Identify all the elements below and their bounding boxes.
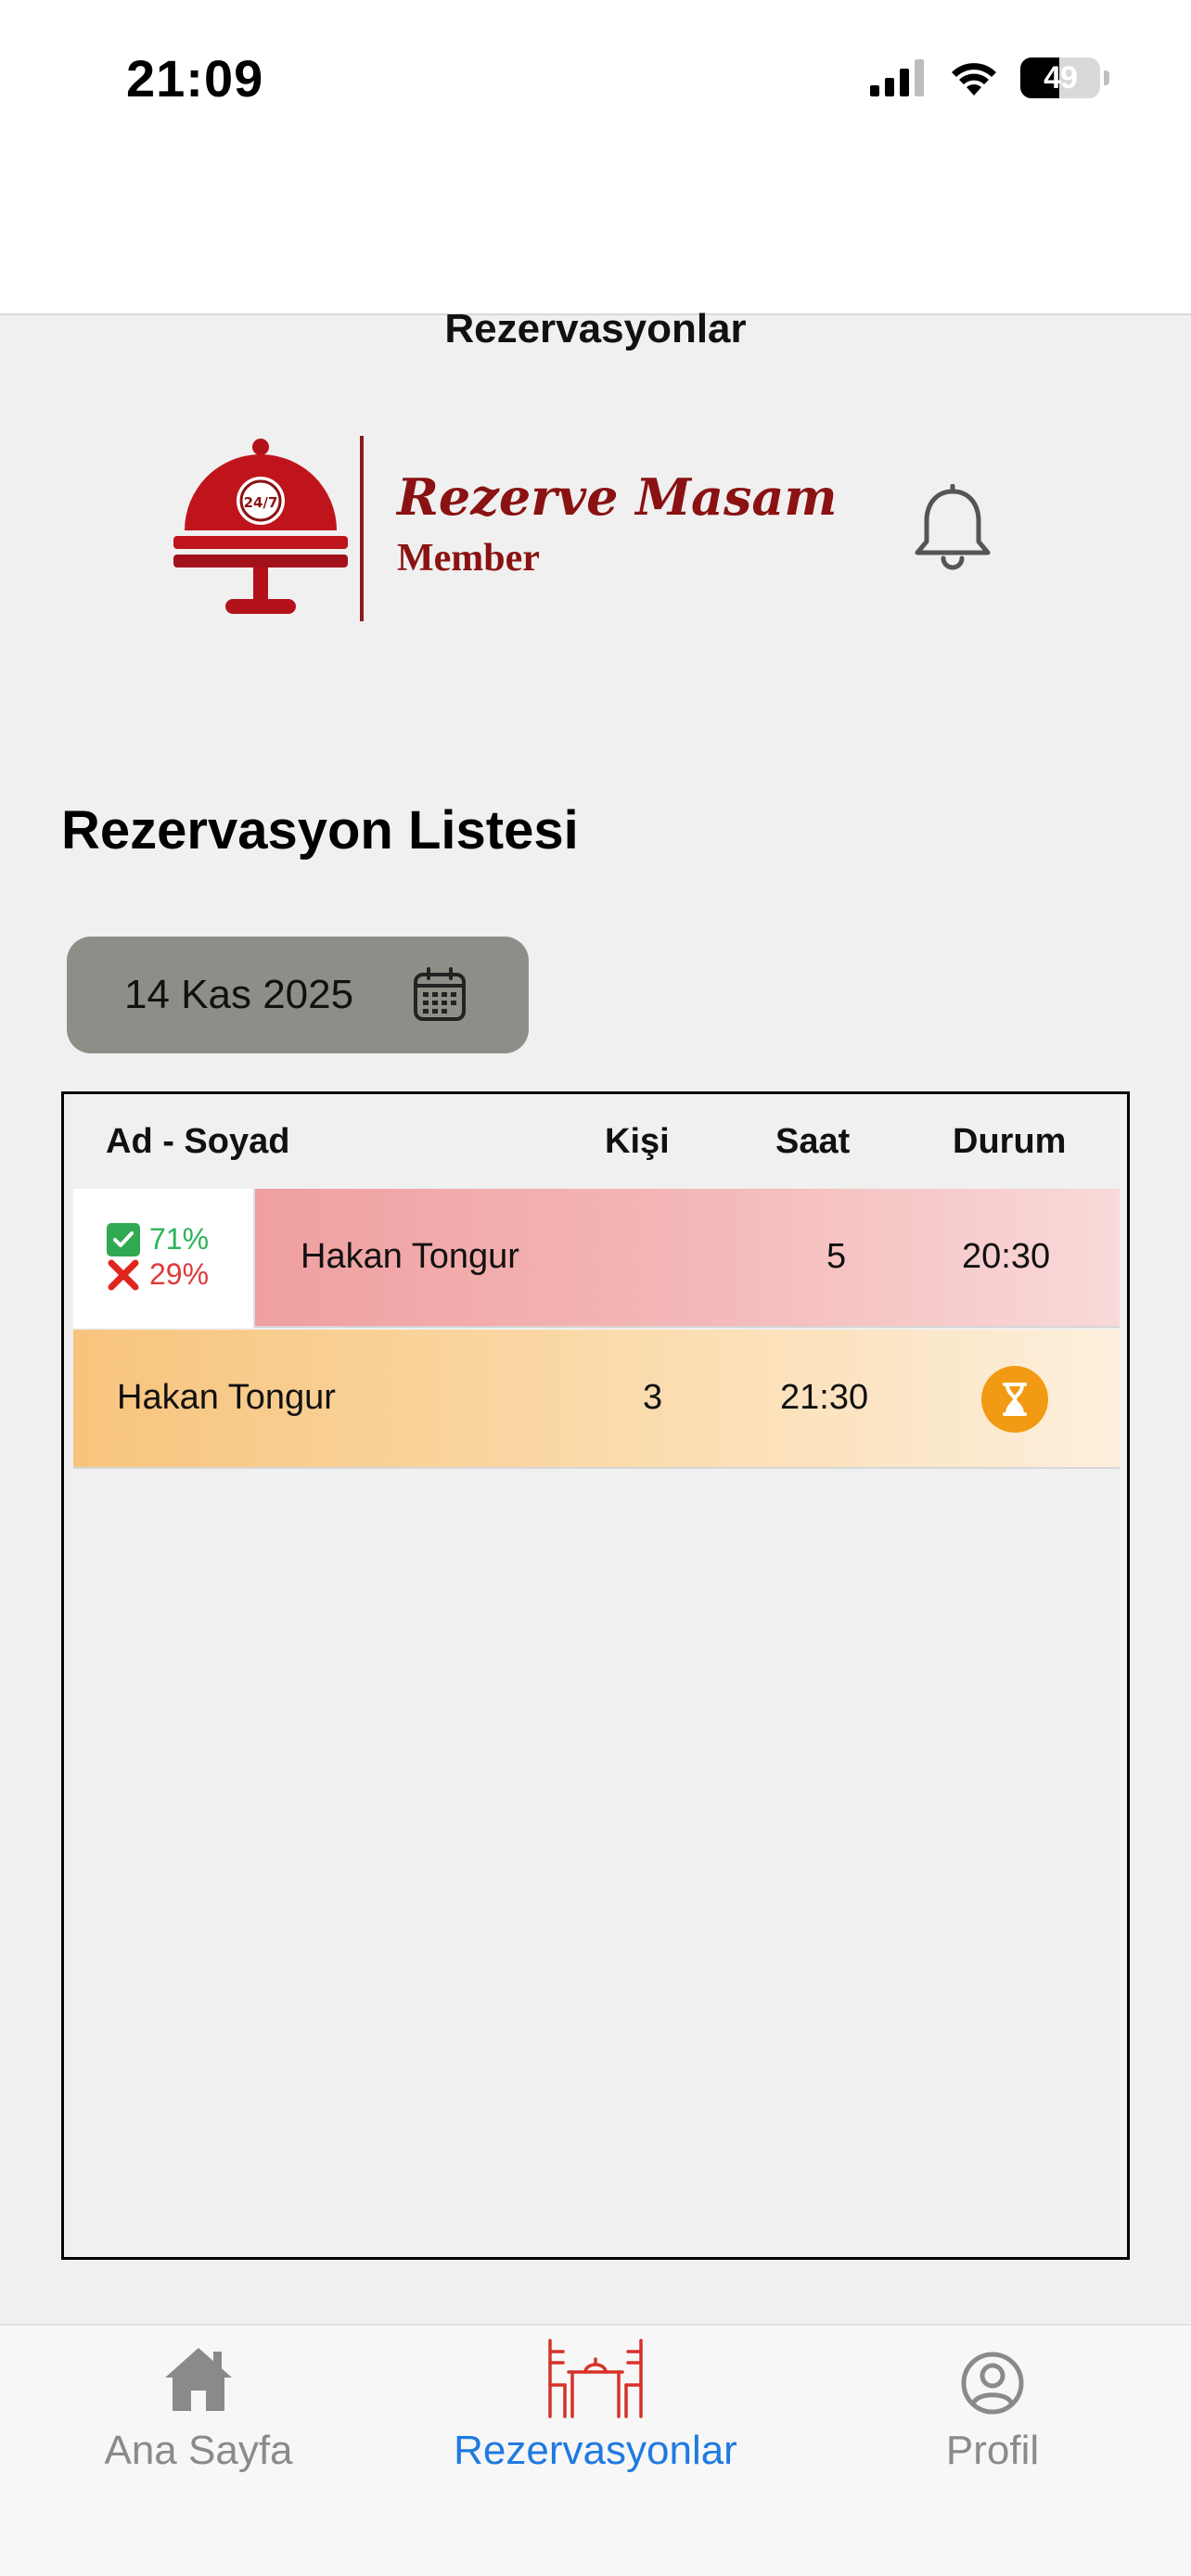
column-header-status: Durum [953,1122,1067,1161]
column-header-time: Saat [775,1122,851,1161]
status-time: 21:09 [126,49,264,108]
cloche-logo-icon: 24/7 [173,439,348,614]
logo-badge-text: 24/7 [244,494,278,511]
table-row[interactable]: Hakan Tongur 3 21:30 [73,1330,1120,1469]
tab-profile[interactable]: Profil [794,2326,1191,2511]
tab-home[interactable]: Ana Sayfa [0,2326,397,2511]
column-header-name: Ad - Soyad [106,1122,290,1161]
wifi-icon [952,63,996,96]
status-icons: 49 [868,57,1109,98]
navigation-bar: Rezervasyonlar [0,158,1191,351]
row-name: Hakan Tongur [117,1378,336,1417]
table-chairs-icon [548,2339,643,2418]
battery-cap [1104,70,1109,85]
row-time: 20:30 [962,1237,1051,1276]
attendance-no: 29% [107,1257,209,1292]
status-bar: 21:09 49 [0,0,1191,158]
tab-profile-label: Profil [945,2428,1040,2473]
table-row[interactable]: 71% 29% Hakan Tongur 5 20:30 [73,1189,1120,1328]
battery-icon: 49 [1020,57,1100,98]
reservation-table: Ad - Soyad Kişi Saat Durum 71% 29% Hakan… [61,1091,1130,2260]
cross-icon [108,1259,139,1290]
tab-reservations[interactable]: Rezervasyonlar [397,2326,794,2511]
tab-reservations-label: Rezervasyonlar [454,2428,737,2473]
row-time: 21:30 [780,1378,869,1417]
pending-status-badge [981,1366,1048,1433]
brand-subtitle: Member [397,537,540,580]
column-header-people: Kişi [605,1122,670,1161]
profile-icon [961,2352,1024,2415]
attendance-ok-percent: 71% [149,1222,210,1256]
home-icon [165,2348,232,2411]
row-people: 5 [826,1237,847,1276]
signal-icon [870,59,924,96]
brand-divider [360,436,364,621]
selected-date: 14 Kas 2025 [124,972,354,1017]
hourglass-icon [1003,1383,1027,1416]
page-title: Rezervasyonlar [444,306,747,351]
row-name: Hakan Tongur [301,1237,519,1276]
tab-bar: Ana Sayfa Rezervasyonlar Profil [0,2324,1191,2576]
attendance-stats: 71% 29% [73,1189,255,1328]
battery-level: 49 [1044,59,1078,96]
calendar-icon [414,967,466,1021]
check-icon [107,1222,140,1256]
attendance-no-percent: 29% [149,1257,210,1291]
brand-name: Rezerve Masam [397,467,838,527]
brand-logo: 24/7 Rezerve Masam Member [172,436,838,631]
row-people: 3 [643,1378,663,1417]
attendance-ok: 71% [107,1222,209,1256]
section-title: Rezervasyon Listesi [61,800,579,861]
notification-bell-icon[interactable] [914,484,992,573]
table-header: Ad - Soyad Kişi Saat Durum [64,1094,1127,1189]
date-picker-button[interactable]: 14 Kas 2025 [67,937,529,1053]
tab-home-label: Ana Sayfa [104,2428,293,2473]
